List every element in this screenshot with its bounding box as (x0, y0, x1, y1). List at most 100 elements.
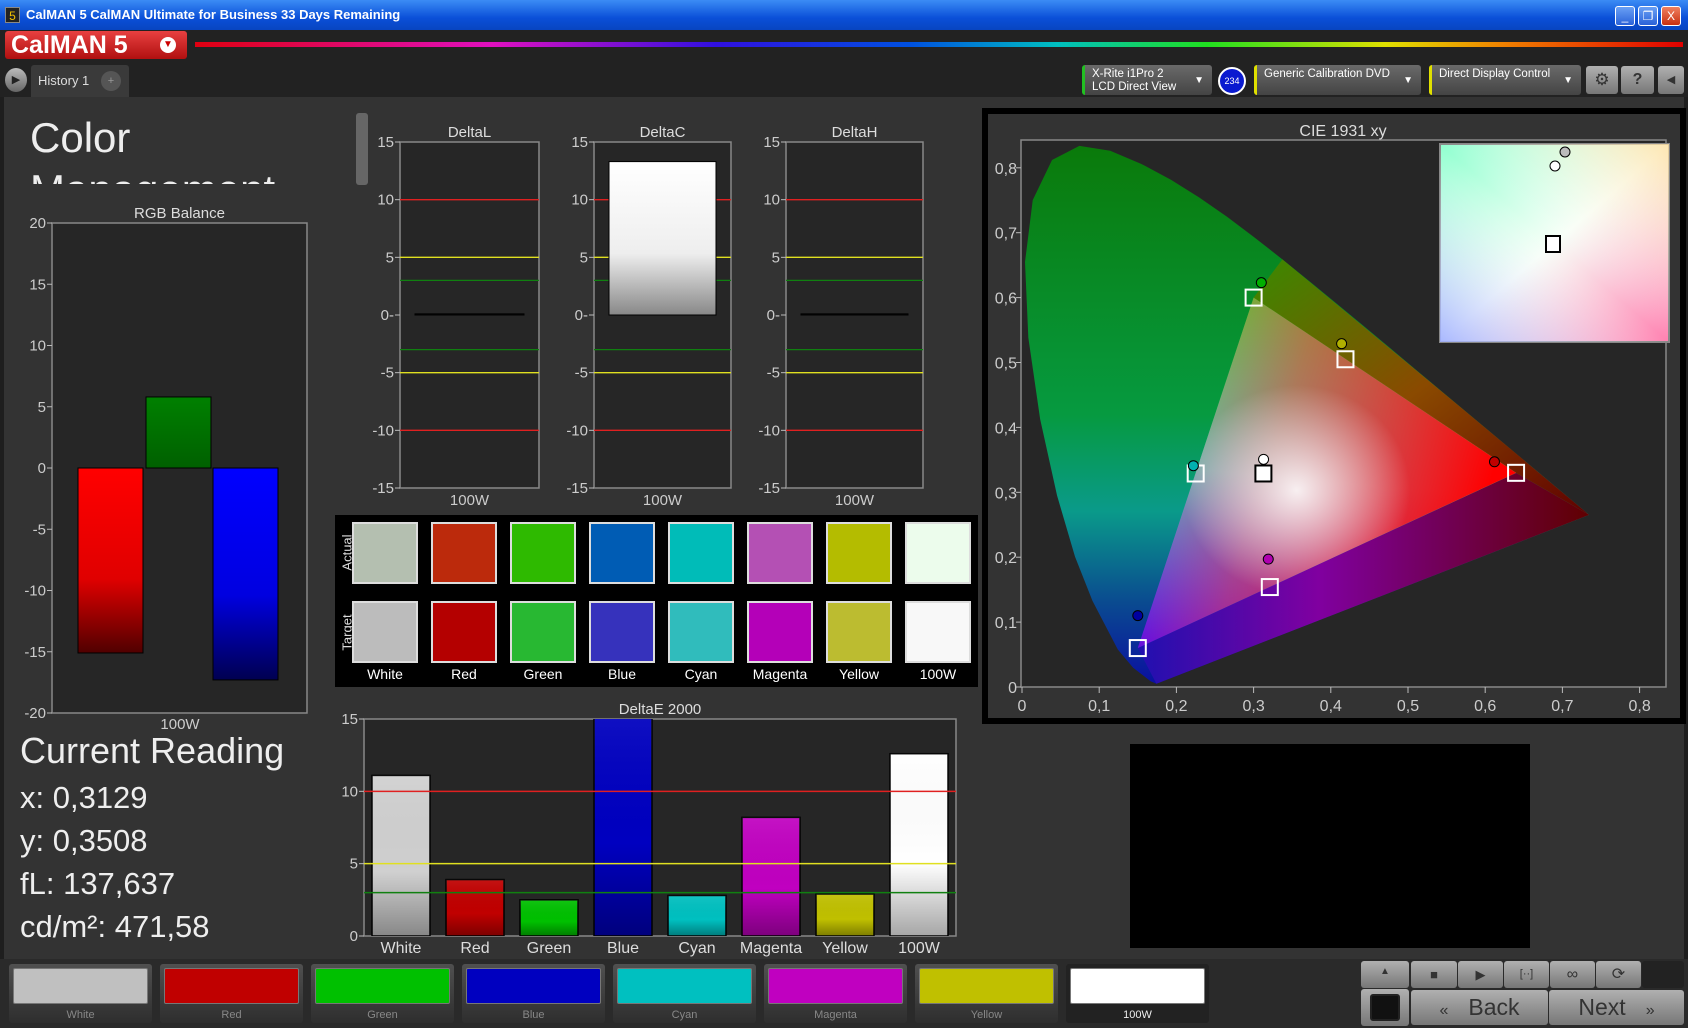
bar-shade (520, 899, 578, 936)
x-tick-label: 0,7 (1551, 698, 1573, 715)
y-tick-label: 0 (38, 460, 46, 477)
patch-button-magenta[interactable]: Magenta (764, 964, 907, 1023)
patch-label: 100W (1123, 1009, 1152, 1021)
bar-shade (890, 753, 948, 936)
y-tick-label: 15 (341, 711, 358, 728)
y-tick-label: 0,6 (995, 291, 1017, 308)
x-category-label: Green (527, 940, 571, 957)
chart-title: DeltaH (832, 124, 878, 141)
x-tick-label: 0,8 (1628, 698, 1650, 715)
patch-button-cyan[interactable]: Cyan (613, 964, 756, 1023)
refresh-icon[interactable]: ⟳ (1596, 961, 1641, 988)
y-tick-label: -15 (24, 644, 46, 661)
rgb-bar-red (77, 467, 144, 654)
x-tick-label: 0,6 (1474, 698, 1496, 715)
x-category-label: Cyan (678, 940, 715, 957)
y-tick-label: 10 (29, 338, 46, 355)
delta-bar (800, 313, 909, 316)
patch-color (1070, 968, 1205, 1004)
y-tick-label: 15 (571, 134, 588, 151)
play-icon[interactable]: ▶ (1458, 961, 1503, 988)
y-tick-label: -15 (372, 480, 394, 497)
patch-color (768, 968, 903, 1004)
patch-label: Yellow (970, 1009, 1003, 1021)
y-tick-label: 0,1 (995, 615, 1017, 632)
actual-marker-red (1488, 456, 1500, 468)
back-label: Back (1468, 994, 1520, 1020)
y-tick-label: -20 (24, 705, 46, 722)
y-tick-label: 5 (38, 399, 46, 416)
target-marker-white (1254, 464, 1273, 483)
rgb-bar-green (145, 396, 212, 469)
patch-label: White (66, 1009, 95, 1021)
y-tick-label: 0- (767, 307, 780, 324)
stop-icon[interactable]: ■ (1411, 961, 1457, 988)
chart-title: CIE 1931 xy (1299, 123, 1386, 140)
y-tick-label: -10 (372, 422, 394, 439)
up-arrow-icon[interactable]: ▲ (1361, 961, 1409, 988)
x-category-label: 100W (898, 940, 941, 957)
x-category-label: Red (460, 940, 489, 957)
y-tick-label: 10 (341, 783, 358, 800)
y-tick-label: 0,7 (995, 226, 1017, 243)
chart-title: DeltaE 2000 (619, 701, 702, 718)
patch-label: Red (221, 1009, 242, 1021)
patch-color (919, 968, 1054, 1004)
bar-shade (668, 895, 726, 936)
y-tick-label: 10 (763, 192, 780, 209)
y-tick-label: -5 (767, 365, 780, 382)
patch-label: Green (367, 1009, 398, 1021)
x-category-label: Magenta (740, 940, 802, 957)
patch-label: Cyan (671, 1009, 698, 1021)
y-tick-label: 5 (386, 249, 394, 266)
actual-marker-cyan (1187, 460, 1199, 472)
back-icon: « (1439, 1002, 1449, 1019)
patch-button-white[interactable]: White (9, 964, 152, 1023)
y-tick-label: 0 (350, 928, 358, 945)
actual-marker-white (1258, 453, 1270, 465)
bar-shade (742, 817, 800, 936)
x-category-label: Yellow (822, 940, 868, 957)
x-category-label: Blue (607, 940, 639, 957)
patch-button-green[interactable]: Green (311, 964, 454, 1023)
patch-color (13, 968, 148, 1004)
x-category-label: 100W (835, 492, 875, 509)
y-tick-label: 0,8 (995, 161, 1017, 178)
next-icon: » (1645, 1002, 1655, 1019)
actual-marker-magenta (1262, 553, 1274, 565)
y-tick-label: 5 (580, 249, 588, 266)
patch-color (466, 968, 601, 1004)
back-button[interactable]: « Back (1411, 990, 1548, 1025)
y-tick-label: 5 (772, 249, 780, 266)
y-tick-label: -10 (758, 422, 780, 439)
delta-bar (608, 161, 717, 316)
bar-shade (594, 719, 652, 936)
patch-button-yellow[interactable]: Yellow (915, 964, 1058, 1023)
patch-button-100w[interactable]: 100W (1066, 964, 1209, 1023)
y-tick-label: 15 (377, 134, 394, 151)
inset-target-marker (1545, 235, 1561, 253)
next-button[interactable]: Next » (1549, 990, 1684, 1025)
y-tick-label: -15 (566, 480, 588, 497)
y-tick-label: 0- (575, 307, 588, 324)
patch-button-blue[interactable]: Blue (462, 964, 605, 1023)
y-tick-label: 10 (571, 192, 588, 209)
stop-measure-button[interactable] (1361, 989, 1409, 1026)
loop-icon[interactable]: ∞ (1550, 961, 1595, 988)
patch-button-red[interactable]: Red (160, 964, 303, 1023)
y-tick-label: -5 (575, 365, 588, 382)
y-tick-label: -10 (566, 422, 588, 439)
bar-shade (816, 894, 874, 936)
patch-label: Magenta (814, 1009, 857, 1021)
actual-marker-blue (1132, 610, 1144, 622)
bracket-icon[interactable]: [··] (1504, 961, 1549, 988)
bar-shade (372, 775, 430, 936)
bottom-bar: White Red Green Blue Cyan Magenta Yellow… (0, 959, 1688, 1028)
chart-title: RGB Balance (134, 205, 225, 222)
status-indicator (1642, 961, 1684, 988)
y-tick-label: 15 (29, 276, 46, 293)
y-tick-label: 10 (377, 192, 394, 209)
y-tick-label: 0 (1008, 680, 1017, 697)
chart-title: DeltaC (640, 124, 686, 141)
rgb-bar-blue (212, 467, 279, 681)
